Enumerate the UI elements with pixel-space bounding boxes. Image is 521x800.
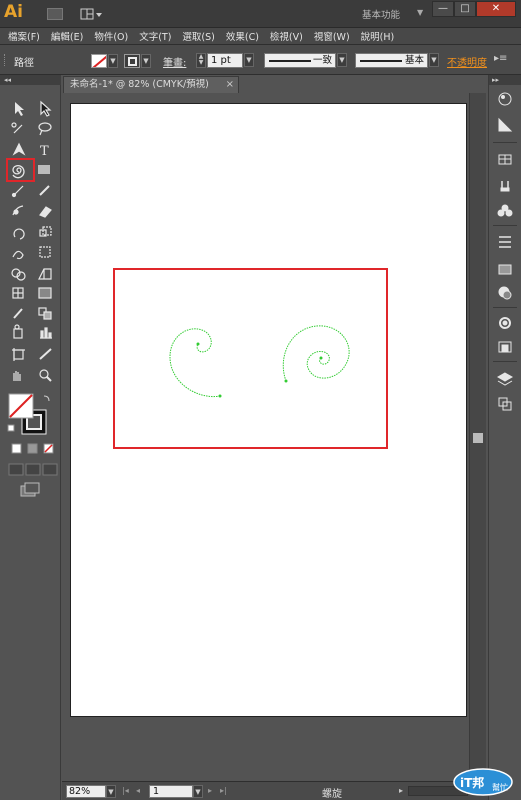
divider (493, 225, 517, 226)
gradient-panel-icon[interactable] (498, 264, 512, 275)
divider (493, 307, 517, 308)
panel-dock: ▸▸ (488, 75, 521, 800)
status-bar: 82% ▼ |◂ ◂ 1 ▼ ▸ ▸| 螺旋 ▸ (62, 781, 488, 800)
swatches-icon[interactable] (498, 154, 512, 165)
svg-text:幫忙: 幫忙 (492, 782, 508, 792)
illustrator-window: Ai 基本功能 ▼ — □ ✕ 檔案(F) 編輯(E) 物件(O) 文字(T) … (0, 0, 521, 800)
symbols-icon[interactable] (497, 204, 513, 217)
zoom-level-field[interactable]: 82% (66, 785, 106, 798)
layers-icon[interactable] (496, 372, 514, 386)
first-artboard-icon[interactable]: |◂ (122, 786, 129, 795)
artboard-dropdown[interactable]: ▼ (193, 785, 203, 798)
ithome-watermark-logo: iT邦 幫忙 (453, 768, 513, 796)
expand-panels-icon[interactable]: ▸▸ (489, 75, 521, 85)
graphic-styles-icon[interactable] (498, 341, 512, 353)
divider (493, 361, 517, 362)
spiral-highlight-box (113, 268, 388, 449)
svg-text:iT邦: iT邦 (460, 775, 484, 790)
scroll-thumb[interactable] (473, 433, 483, 443)
prev-artboard-icon[interactable]: ◂ (136, 786, 140, 795)
vertical-scrollbar[interactable] (469, 93, 486, 781)
stroke-panel-icon[interactable] (499, 236, 511, 248)
artboards-panel-icon[interactable] (498, 397, 512, 411)
panel-icons (493, 92, 517, 411)
color-panel-icon[interactable] (498, 92, 512, 106)
appearance-icon[interactable] (499, 317, 511, 329)
current-tool-status[interactable]: 螺旋 (322, 785, 342, 800)
next-artboard-icon[interactable]: ▸ (208, 786, 212, 795)
brushes-icon[interactable] (500, 181, 510, 192)
zoom-dropdown[interactable]: ▼ (106, 785, 116, 798)
transparency-icon[interactable] (498, 286, 512, 300)
last-artboard-icon[interactable]: ▸| (220, 786, 227, 795)
status-menu-icon[interactable]: ▸ (399, 786, 403, 795)
color-guide-icon[interactable] (498, 117, 513, 132)
artboard-number-field[interactable]: 1 (149, 785, 193, 798)
divider (493, 142, 517, 143)
